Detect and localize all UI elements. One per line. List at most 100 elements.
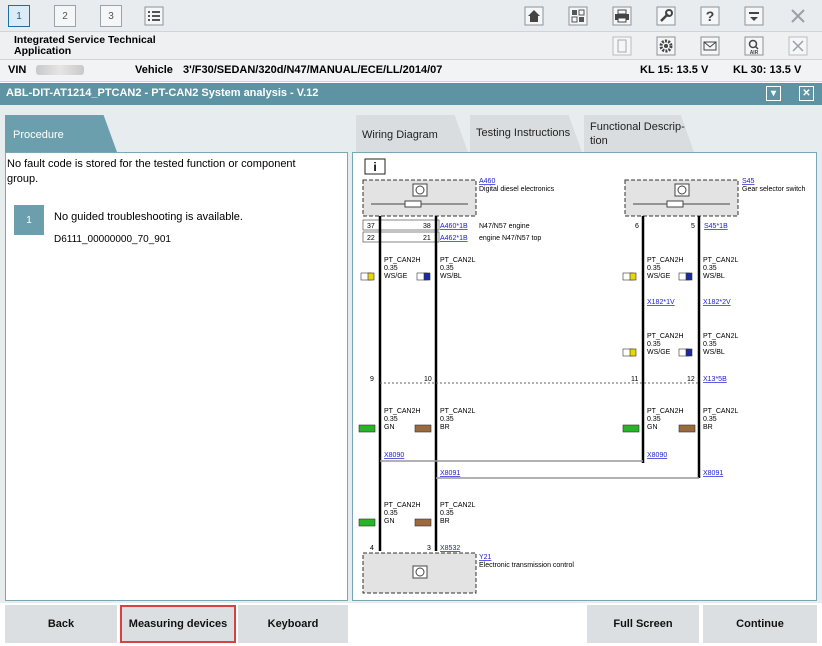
- vin-label: VIN: [8, 64, 27, 76]
- step-number: 1: [14, 205, 44, 235]
- a460-id[interactable]: A460: [479, 178, 495, 185]
- document-id: D6111_00000000_70_901: [54, 234, 171, 245]
- s45-can-h-gauge-2: 0.35: [647, 341, 661, 348]
- right-can-l-gauge: 0.35: [703, 416, 717, 423]
- measuring-devices-button[interactable]: Measuring devices: [120, 605, 236, 643]
- workspace-tab-2[interactable]: 2: [54, 5, 76, 27]
- s45-id[interactable]: S45: [742, 178, 755, 185]
- right-can-l-color: BR: [703, 424, 713, 431]
- tab-testing-instructions[interactable]: Testing Instructions: [470, 115, 582, 152]
- wiring-diagram: i A460 Digital diesel electronics S45 Ge…: [358, 158, 806, 594]
- info-button[interactable]: i: [364, 158, 386, 175]
- pin-5: 5: [691, 223, 695, 230]
- back-button[interactable]: Back: [5, 605, 117, 643]
- mid-can-l-gauge: 0.35: [440, 416, 454, 423]
- connector-a460-1b[interactable]: A460*1B: [440, 223, 468, 230]
- vehicle-data-icon[interactable]: [567, 5, 589, 27]
- s45-can-l-label: PT_CAN2L: [703, 257, 739, 264]
- connector-x8532[interactable]: X8532: [440, 545, 460, 552]
- pin-10: 10: [424, 376, 432, 383]
- content-area: Procedure Wiring Diagram Testing Instruc…: [0, 105, 822, 603]
- svg-text:?: ?: [706, 8, 715, 24]
- list-icon[interactable]: [143, 5, 165, 27]
- connector-x8091-right[interactable]: X8091: [703, 470, 723, 477]
- continue-button[interactable]: Continue: [703, 605, 817, 643]
- low-can-h-gauge: 0.35: [384, 510, 398, 517]
- s45-can-l-gauge: 0.35: [703, 265, 717, 272]
- s45-can-h-label: PT_CAN2H: [647, 257, 684, 264]
- s45-description: Gear selector switch: [742, 186, 806, 193]
- connector-x8091-left[interactable]: X8091: [440, 470, 460, 477]
- wrench-icon[interactable]: [655, 5, 677, 27]
- s45-can-l-gauge-2: 0.35: [703, 341, 717, 348]
- vehicle-value: 3'/F30/SEDAN/320d/N47/MANUAL/ECE/LL/2014…: [183, 64, 443, 76]
- connector-x182-2v[interactable]: X182*2V: [703, 299, 731, 306]
- low-can-h-label: PT_CAN2H: [384, 502, 421, 509]
- vehicle-label: Vehicle: [135, 64, 173, 76]
- connector-x8090-left[interactable]: X8090: [384, 452, 404, 459]
- connector-x8090-right[interactable]: X8090: [647, 452, 667, 459]
- tab-functional-description[interactable]: Functional Descrip- tion: [584, 115, 694, 152]
- print-icon[interactable]: [611, 5, 633, 27]
- pin-12: 12: [687, 376, 695, 383]
- n47-engine-label: N47/N57 engine: [479, 223, 530, 230]
- connector-x182-1v[interactable]: X182*1V: [647, 299, 675, 306]
- s45-can-h-color: WS/GE: [647, 273, 671, 280]
- pin-9: 9: [370, 376, 374, 383]
- mid-can-l-color: BR: [440, 424, 450, 431]
- mail-icon[interactable]: [699, 35, 721, 57]
- y21-id[interactable]: Y21: [479, 554, 492, 561]
- low-can-h-color: GN: [384, 518, 395, 525]
- app-bar: Integrated Service Technical Application…: [0, 32, 822, 60]
- workspace-tab-3[interactable]: 3: [100, 5, 122, 27]
- a460-can-h-color: WS/GE: [384, 273, 408, 280]
- home-icon[interactable]: [523, 5, 545, 27]
- connector-a462-1b[interactable]: A462*1B: [440, 235, 468, 242]
- low-can-l-color: BR: [440, 518, 450, 525]
- svg-text:AIR: AIR: [750, 50, 759, 56]
- y21-description: Electronic transmission control: [479, 562, 574, 569]
- a460-can-h-gauge: 0.35: [384, 265, 398, 272]
- wiring-diagram-panel: i A460 Digital diesel electronics S45 Ge…: [352, 152, 817, 601]
- s45-can-l-label-2: PT_CAN2L: [703, 333, 739, 340]
- connector-s45-1b[interactable]: S45*1B: [704, 223, 728, 230]
- document-icon: [611, 35, 633, 57]
- keyboard-button[interactable]: Keyboard: [238, 605, 348, 643]
- right-can-l-label: PT_CAN2L: [703, 408, 739, 415]
- info-label: i: [373, 160, 376, 174]
- minimize-icon[interactable]: [743, 5, 765, 27]
- close-icon[interactable]: [787, 5, 809, 27]
- a460-can-l-gauge: 0.35: [440, 265, 454, 272]
- a460-component[interactable]: [362, 179, 477, 217]
- a460-can-h-label: PT_CAN2H: [384, 257, 421, 264]
- s45-can-h-color-2: WS/GE: [647, 349, 671, 356]
- pin-37: 37: [367, 223, 375, 230]
- procedure-message: No fault code is stored for the tested f…: [7, 158, 296, 185]
- full-screen-button[interactable]: Full Screen: [587, 605, 699, 643]
- kl30-voltage: KL 30: 13.5 V: [733, 64, 802, 76]
- main-toolbar: 1 2 3 ?: [0, 0, 822, 32]
- y21-component[interactable]: [362, 552, 477, 594]
- a460-can-l-label: PT_CAN2L: [440, 257, 476, 264]
- right-can-h-color: GN: [647, 424, 658, 431]
- low-can-l-label: PT_CAN2L: [440, 502, 476, 509]
- vehicle-bar: VIN Vehicle 3'/F30/SEDAN/320d/N47/MANUAL…: [0, 60, 822, 82]
- air-search-icon[interactable]: AIR: [743, 35, 765, 57]
- s45-component[interactable]: [624, 179, 739, 217]
- help-icon[interactable]: ?: [699, 5, 721, 27]
- kl15-voltage: KL 15: 13.5 V: [640, 64, 709, 76]
- mid-can-h-color: GN: [384, 424, 395, 431]
- mid-can-h-label: PT_CAN2H: [384, 408, 421, 415]
- close-panel-icon[interactable]: ✕: [799, 86, 814, 101]
- connector-x13-5b[interactable]: X13*5B: [703, 376, 727, 383]
- a460-description: Digital diesel electronics: [479, 186, 555, 193]
- workspace-tab-1[interactable]: 1: [8, 5, 30, 27]
- low-can-l-gauge: 0.35: [440, 510, 454, 517]
- gear-icon[interactable]: [655, 35, 677, 57]
- step-text: No guided troubleshooting is available.: [54, 211, 243, 223]
- dropdown-icon[interactable]: ▾: [766, 86, 781, 101]
- tab-procedure[interactable]: Procedure: [5, 115, 117, 152]
- tab-wiring-diagram[interactable]: Wiring Diagram: [356, 115, 468, 152]
- a460-can-l-color: WS/BL: [440, 273, 462, 280]
- close-secondary-icon[interactable]: [787, 35, 809, 57]
